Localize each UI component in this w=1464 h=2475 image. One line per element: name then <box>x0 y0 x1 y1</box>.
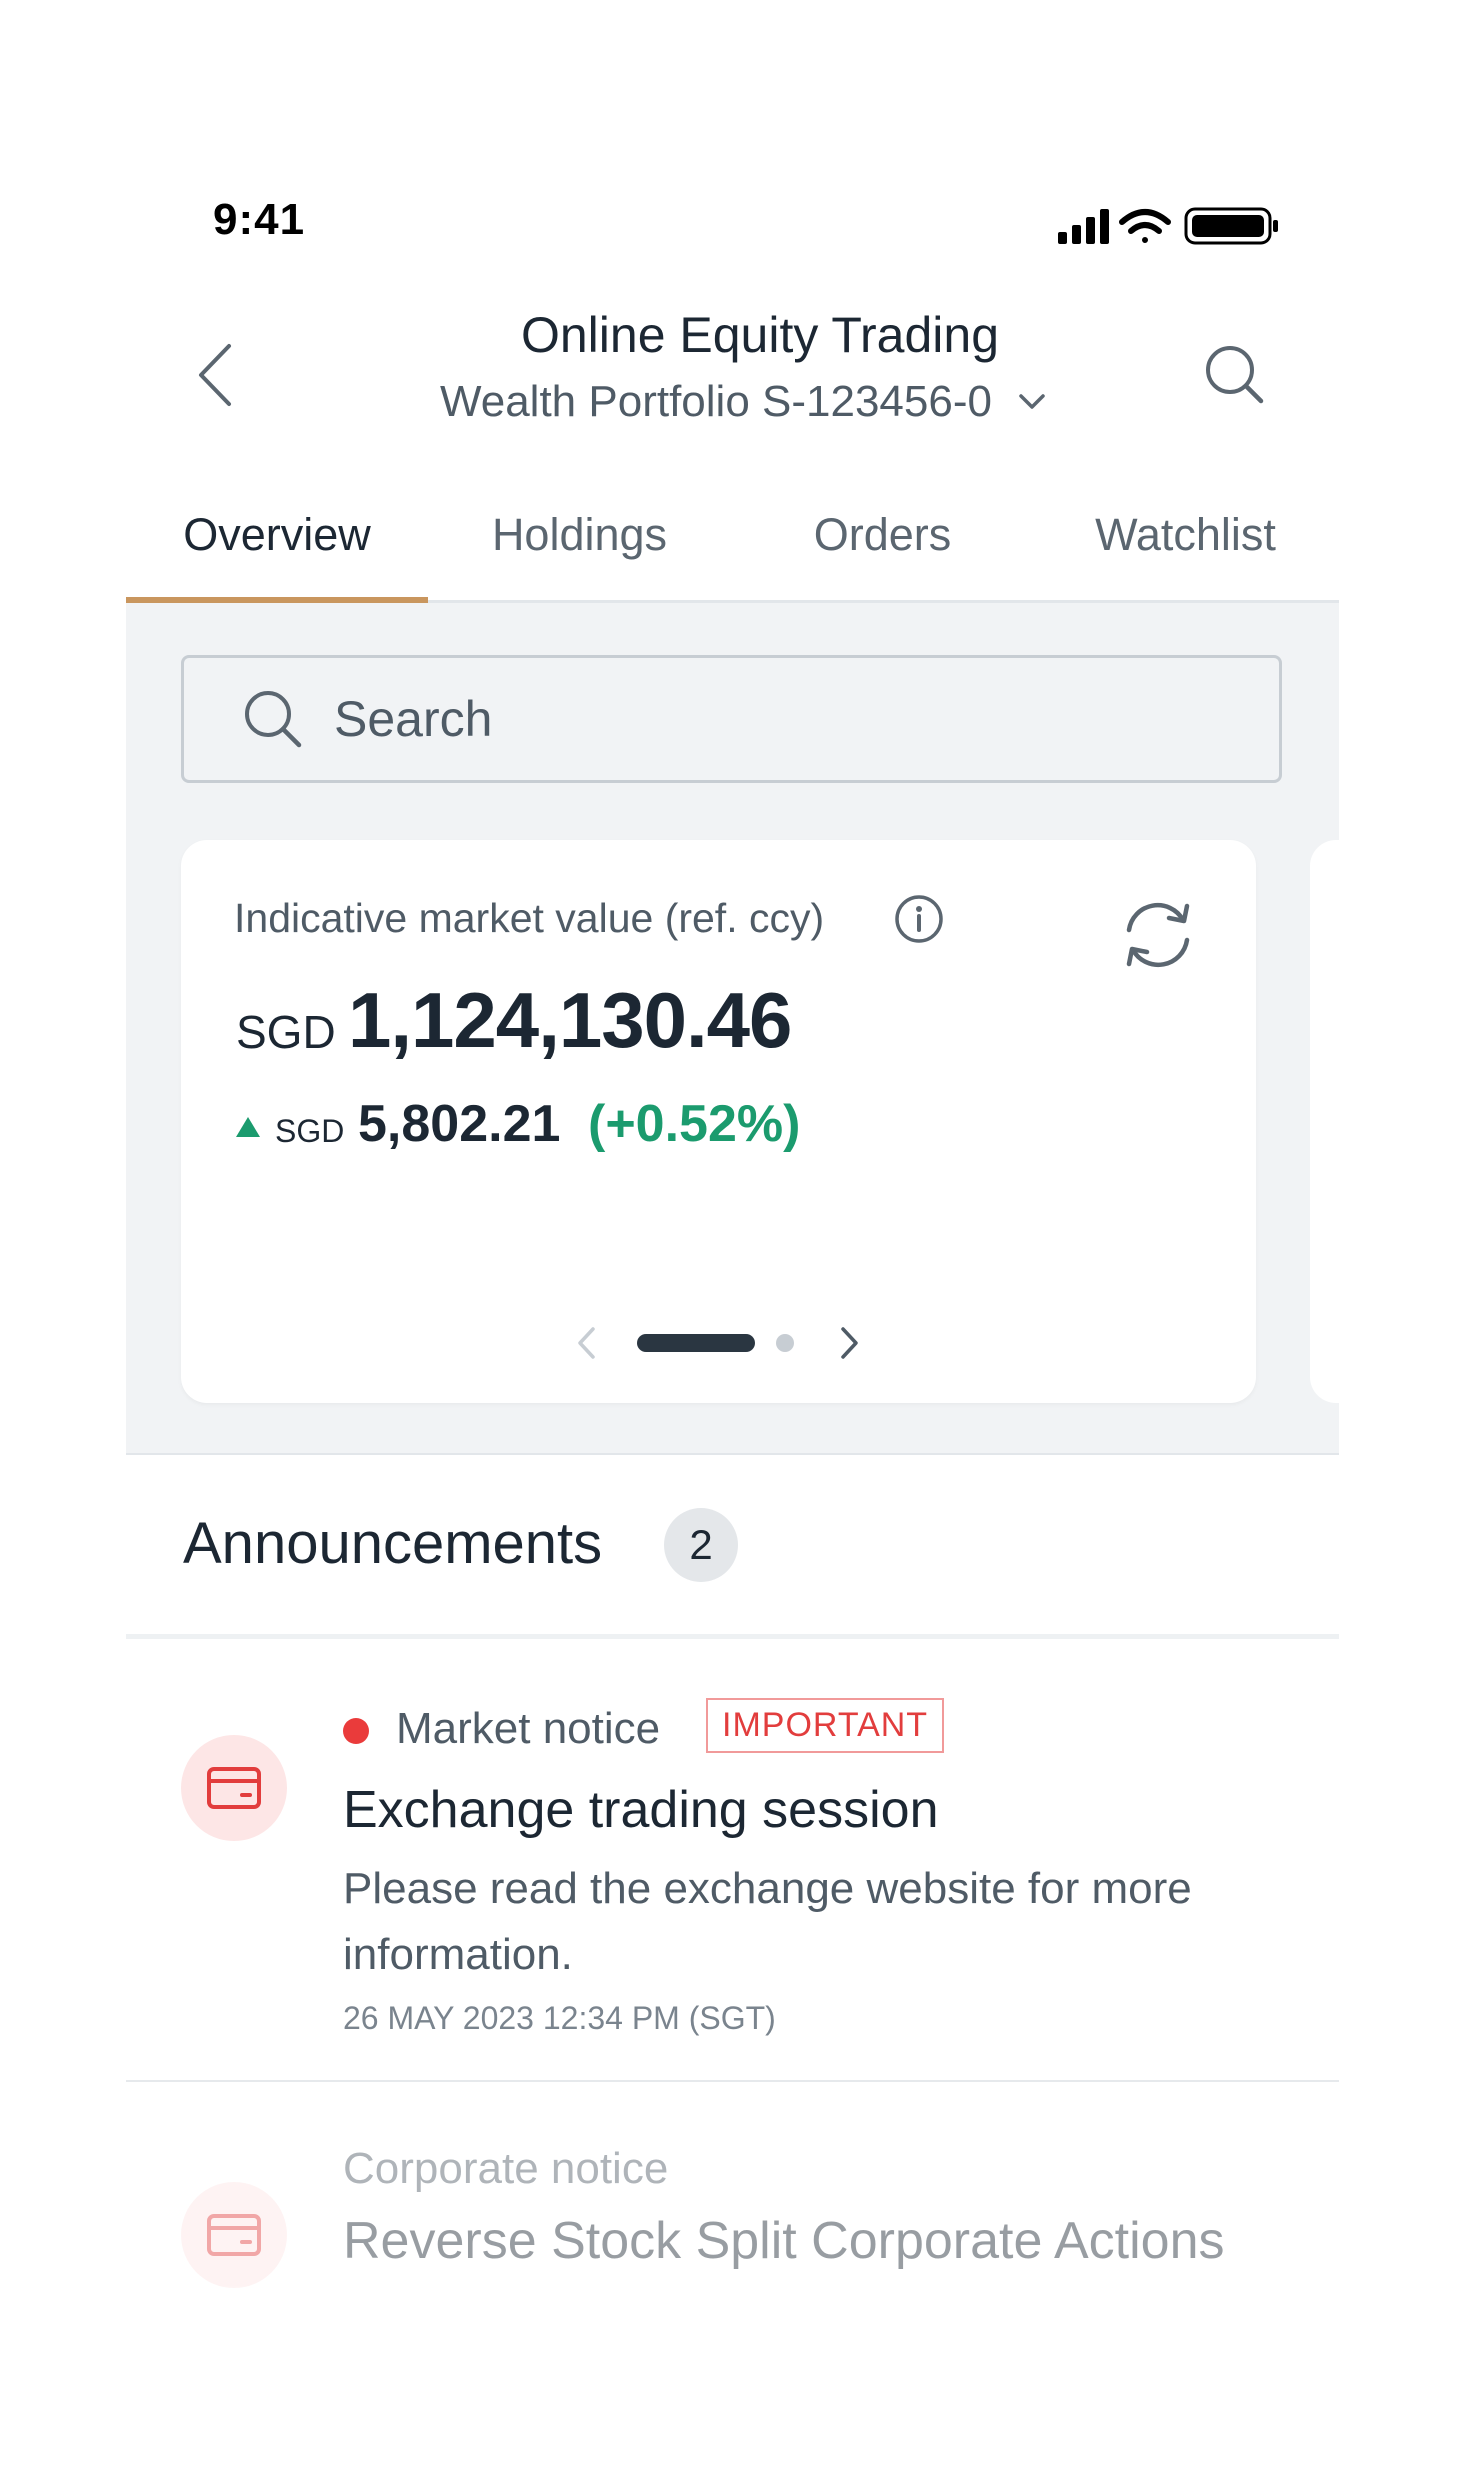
signal-icon <box>1058 209 1109 244</box>
page-title: Online Equity Trading <box>520 307 1000 363</box>
tab-watchlist[interactable]: Watchlist <box>1034 470 1337 600</box>
announcement-item[interactable] <box>126 2084 1339 2320</box>
unread-dot <box>343 1718 369 1744</box>
tab-bar: Overview Holdings Orders Watchlist <box>126 470 1339 603</box>
battery-icon <box>1184 207 1278 245</box>
header-search-button[interactable] <box>1190 330 1280 420</box>
search-icon <box>242 688 304 750</box>
refresh-icon <box>1126 902 1190 968</box>
announcement-date: 26 MAY 2023 12:34 PM (SGT) <box>343 2000 776 2036</box>
announcement-body: Please read the exchange website for mor… <box>343 1864 1192 1979</box>
chevron-left-icon <box>578 1327 595 1359</box>
announcement-headline: Reverse Stock Split Corporate Actions <box>343 2212 1225 2270</box>
announcements-title: Announcements <box>183 1511 603 1576</box>
info-icon[interactable] <box>893 893 945 945</box>
next-card-peek[interactable] <box>1310 840 1350 1403</box>
status-time: 9:41 <box>213 195 306 244</box>
chevron-down-icon <box>1019 394 1045 409</box>
pager-dot-active[interactable] <box>637 1334 755 1352</box>
change-percent: (+0.52%) <box>588 1095 801 1153</box>
divider <box>126 1634 1339 1639</box>
tab-orders[interactable]: Orders <box>731 470 1034 600</box>
announcement-category: Market notice <box>396 1704 661 1753</box>
search-placeholder: Search <box>334 691 493 747</box>
bottom-mask <box>0 2320 1464 2475</box>
wifi-icon <box>1119 209 1171 243</box>
status-icons <box>1058 206 1282 246</box>
change-amount: 5,802.21 <box>358 1095 561 1153</box>
back-chevron-icon <box>199 344 231 406</box>
card-icon <box>181 1735 287 1841</box>
portfolio-selector[interactable]: Wealth Portfolio S-123456-0 <box>440 372 1160 432</box>
announcement-headline: Exchange trading session <box>343 1781 939 1839</box>
up-arrow-icon <box>234 1115 262 1144</box>
announcements-count-badge: 2 <box>664 1508 738 1582</box>
pager-dot[interactable] <box>776 1334 794 1352</box>
important-badge: IMPORTANT <box>706 1698 945 1753</box>
change-currency: SGD <box>275 1113 345 1149</box>
tab-overview[interactable]: Overview <box>126 470 428 600</box>
market-value-label: Indicative market value (ref. ccy) <box>234 895 825 941</box>
search-icon <box>1206 346 1264 404</box>
chevron-right-icon <box>841 1327 858 1359</box>
search-input[interactable]: Search <box>181 655 1282 783</box>
divider <box>126 2080 1339 2082</box>
announcement-category: Corporate notice <box>343 2144 669 2193</box>
pager-next-button[interactable] <box>830 1318 870 1368</box>
back-button[interactable] <box>180 330 250 420</box>
refresh-button[interactable] <box>1115 895 1201 975</box>
market-value-currency: SGD <box>236 1006 336 1058</box>
card-icon <box>181 2182 287 2288</box>
market-value-amount: 1,124,130.46 <box>348 976 792 1064</box>
portfolio-name: Wealth Portfolio S-123456-0 <box>440 377 992 426</box>
pager-prev-button[interactable] <box>566 1318 606 1368</box>
tab-holdings[interactable]: Holdings <box>428 470 731 600</box>
